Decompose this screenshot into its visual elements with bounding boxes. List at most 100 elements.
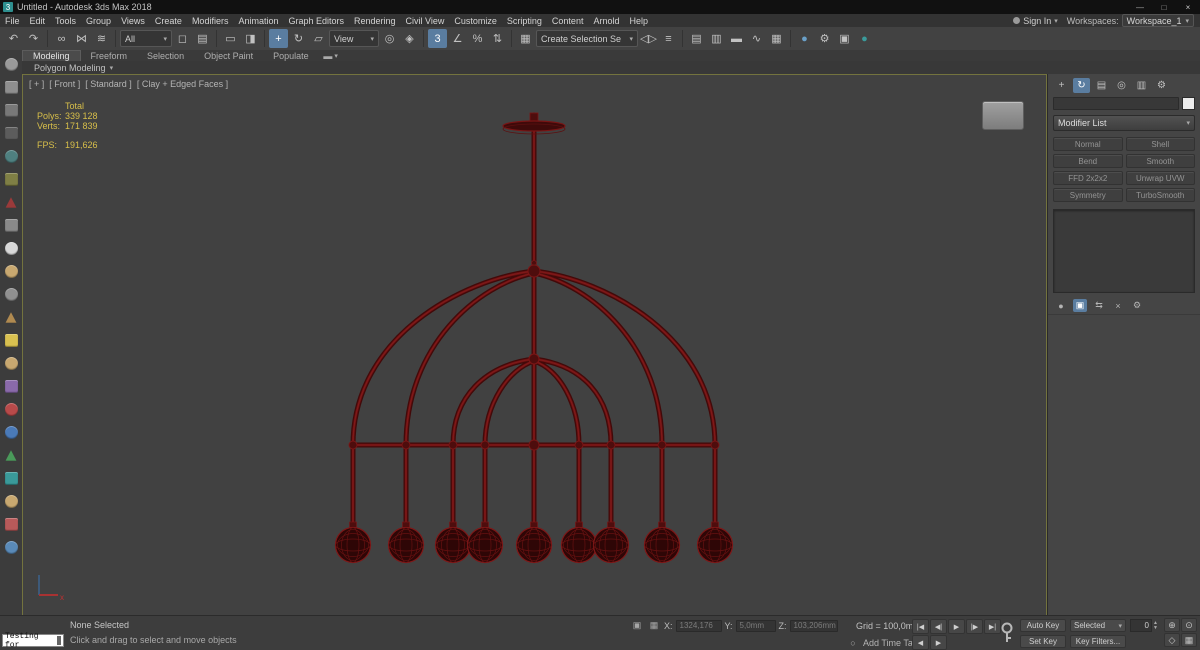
menu-content[interactable]: Content bbox=[547, 14, 589, 27]
menu-rendering[interactable]: Rendering bbox=[349, 14, 401, 27]
display-tab-icon[interactable]: ▥ bbox=[1133, 78, 1150, 93]
select-and-rotate-icon[interactable]: ↻ bbox=[289, 29, 308, 48]
teapot-icon[interactable] bbox=[4, 357, 18, 370]
bind-to-space-warp-icon[interactable]: ≋ bbox=[92, 29, 111, 48]
reference-coordinate-dropdown[interactable]: View ▾ bbox=[329, 30, 379, 47]
pin-stack-icon[interactable]: ● bbox=[1054, 299, 1068, 312]
cone-icon[interactable] bbox=[5, 197, 17, 208]
tube-icon[interactable] bbox=[4, 288, 18, 301]
select-and-manipulate-icon[interactable]: ◈ bbox=[400, 29, 419, 48]
edit-named-selection-sets-icon[interactable]: ▦ bbox=[516, 29, 535, 48]
material-editor-icon[interactable]: ● bbox=[795, 29, 814, 48]
modifier-button-smooth[interactable]: Smooth bbox=[1125, 154, 1195, 168]
pan-icon[interactable]: ◇ bbox=[1164, 633, 1180, 647]
create-tab-icon[interactable]: + bbox=[1053, 78, 1070, 93]
torus-icon[interactable] bbox=[4, 265, 18, 278]
select-and-link-icon[interactable]: ∞ bbox=[52, 29, 71, 48]
window-icon[interactable] bbox=[4, 81, 18, 94]
add-time-tag[interactable]: ○ Add Time Tag bbox=[846, 636, 918, 649]
plane-icon[interactable] bbox=[4, 219, 18, 232]
set-keys-button[interactable] bbox=[999, 620, 1015, 646]
workspace-dropdown[interactable]: Workspace_1 ▾ bbox=[1121, 14, 1194, 27]
torus-knot-icon[interactable] bbox=[4, 403, 18, 416]
prism-icon[interactable] bbox=[5, 450, 17, 461]
maximize-button[interactable]: □ bbox=[1152, 0, 1176, 14]
layer-explorer-icon[interactable]: ▥ bbox=[707, 29, 726, 48]
hierarchy-tab-icon[interactable]: ▤ bbox=[1093, 78, 1110, 93]
viewport-menu-general[interactable]: [ + ] bbox=[29, 79, 44, 89]
tab-freeform[interactable]: Freeform bbox=[81, 50, 138, 61]
key-selection-dropdown[interactable]: Selected ▾ bbox=[1070, 619, 1126, 632]
select-and-scale-icon[interactable]: ▱ bbox=[309, 29, 328, 48]
modifier-button-turbosmooth[interactable]: TurboSmooth bbox=[1125, 188, 1195, 202]
menu-customize[interactable]: Customize bbox=[449, 14, 502, 27]
snap-toggle-3d-icon[interactable]: 3 bbox=[428, 29, 447, 48]
capsule-icon[interactable] bbox=[4, 242, 18, 255]
gengon-icon[interactable] bbox=[4, 472, 18, 485]
menu-views[interactable]: Views bbox=[116, 14, 150, 27]
create-selection-set-dropdown[interactable]: Create Selection Se ▾ bbox=[536, 30, 638, 47]
viewport-menu-shading[interactable]: [ Clay + Edged Faces ] bbox=[137, 79, 228, 89]
modifier-button-shell[interactable]: Shell bbox=[1125, 137, 1195, 151]
next-frame-button[interactable]: |▶ bbox=[966, 619, 983, 634]
percent-snap-icon[interactable]: % bbox=[468, 29, 487, 48]
menu-file[interactable]: File bbox=[0, 14, 25, 27]
modify-tab-icon[interactable]: ↻ bbox=[1073, 78, 1090, 93]
select-and-move-icon[interactable]: + bbox=[269, 29, 288, 48]
pyramid-icon[interactable] bbox=[5, 312, 17, 323]
z-coordinate-field[interactable]: 103,206mm bbox=[789, 619, 838, 632]
menu-animation[interactable]: Animation bbox=[233, 14, 283, 27]
tab-object-paint[interactable]: Object Paint bbox=[194, 50, 263, 61]
minimize-button[interactable]: — bbox=[1128, 0, 1152, 14]
unlink-selection-icon[interactable]: ⋈ bbox=[72, 29, 91, 48]
ribbon-section-polygon-modeling[interactable]: Polygon Modeling ▾ bbox=[22, 61, 1200, 75]
menu-tools[interactable]: Tools bbox=[50, 14, 81, 27]
next-key-button[interactable]: ▶ bbox=[930, 635, 947, 650]
sphere-icon[interactable] bbox=[4, 58, 18, 71]
redo-icon[interactable]: ↷ bbox=[24, 29, 43, 48]
scene-explorer-icon[interactable]: ▤ bbox=[687, 29, 706, 48]
star-icon[interactable] bbox=[4, 334, 18, 347]
hose-icon[interactable] bbox=[4, 518, 18, 531]
make-unique-icon[interactable]: ⇆ bbox=[1092, 299, 1106, 312]
spinner-arrows-icon[interactable]: ▲ ▼ bbox=[1153, 619, 1158, 632]
hedra-icon[interactable] bbox=[4, 380, 18, 393]
menu-civil-view[interactable]: Civil View bbox=[401, 14, 450, 27]
tab-selection[interactable]: Selection bbox=[137, 50, 194, 61]
utilities-tab-icon[interactable]: ⚙ bbox=[1153, 78, 1170, 93]
show-end-result-icon[interactable]: ▣ bbox=[1073, 299, 1087, 312]
sign-in-button[interactable]: Sign In ▾ bbox=[1007, 16, 1064, 26]
zoom-icon[interactable]: ⊕ bbox=[1164, 618, 1180, 632]
curve-editor-icon[interactable]: ∿ bbox=[747, 29, 766, 48]
auto-key-button[interactable]: Auto Key bbox=[1020, 619, 1066, 632]
angle-snap-icon[interactable]: ∠ bbox=[448, 29, 467, 48]
tab-modeling[interactable]: Modeling bbox=[22, 50, 81, 61]
zoom-extents-icon[interactable]: ⊙ bbox=[1181, 618, 1197, 632]
select-by-name-icon[interactable]: ▤ bbox=[193, 29, 212, 48]
mirror-icon[interactable]: ◁▷ bbox=[639, 29, 658, 48]
y-coordinate-field[interactable]: 5,0mm bbox=[735, 619, 776, 632]
maxscript-mini-listener[interactable]: Testing for bbox=[2, 632, 64, 650]
render-production-icon[interactable]: ● bbox=[855, 29, 874, 48]
frame-number-field[interactable]: 0 bbox=[1130, 619, 1152, 632]
close-button[interactable]: × bbox=[1176, 0, 1200, 14]
modifier-button-normal[interactable]: Normal bbox=[1053, 137, 1123, 151]
schematic-view-icon[interactable]: ▦ bbox=[767, 29, 786, 48]
box-icon[interactable] bbox=[4, 127, 18, 140]
grid-icon[interactable] bbox=[4, 104, 18, 117]
ringwave-icon[interactable] bbox=[4, 541, 18, 554]
use-pivot-point-center-icon[interactable]: ◎ bbox=[380, 29, 399, 48]
viewcube[interactable] bbox=[982, 101, 1024, 130]
modifier-stack[interactable] bbox=[1053, 209, 1195, 293]
menu-arnold[interactable]: Arnold bbox=[588, 14, 624, 27]
absolute-mode-toggle-icon[interactable]: ▦ bbox=[647, 619, 661, 632]
menu-scripting[interactable]: Scripting bbox=[502, 14, 547, 27]
align-icon[interactable]: ≡ bbox=[659, 29, 678, 48]
modifier-button-bend[interactable]: Bend bbox=[1053, 154, 1123, 168]
previous-frame-button[interactable]: ◀| bbox=[930, 619, 947, 634]
spindle-icon[interactable] bbox=[4, 495, 18, 508]
object-name-field[interactable] bbox=[1053, 97, 1179, 110]
go-to-start-button[interactable]: |◀ bbox=[912, 619, 929, 634]
menu-group[interactable]: Group bbox=[81, 14, 116, 27]
rectangular-selection-region-icon[interactable]: ▭ bbox=[221, 29, 240, 48]
